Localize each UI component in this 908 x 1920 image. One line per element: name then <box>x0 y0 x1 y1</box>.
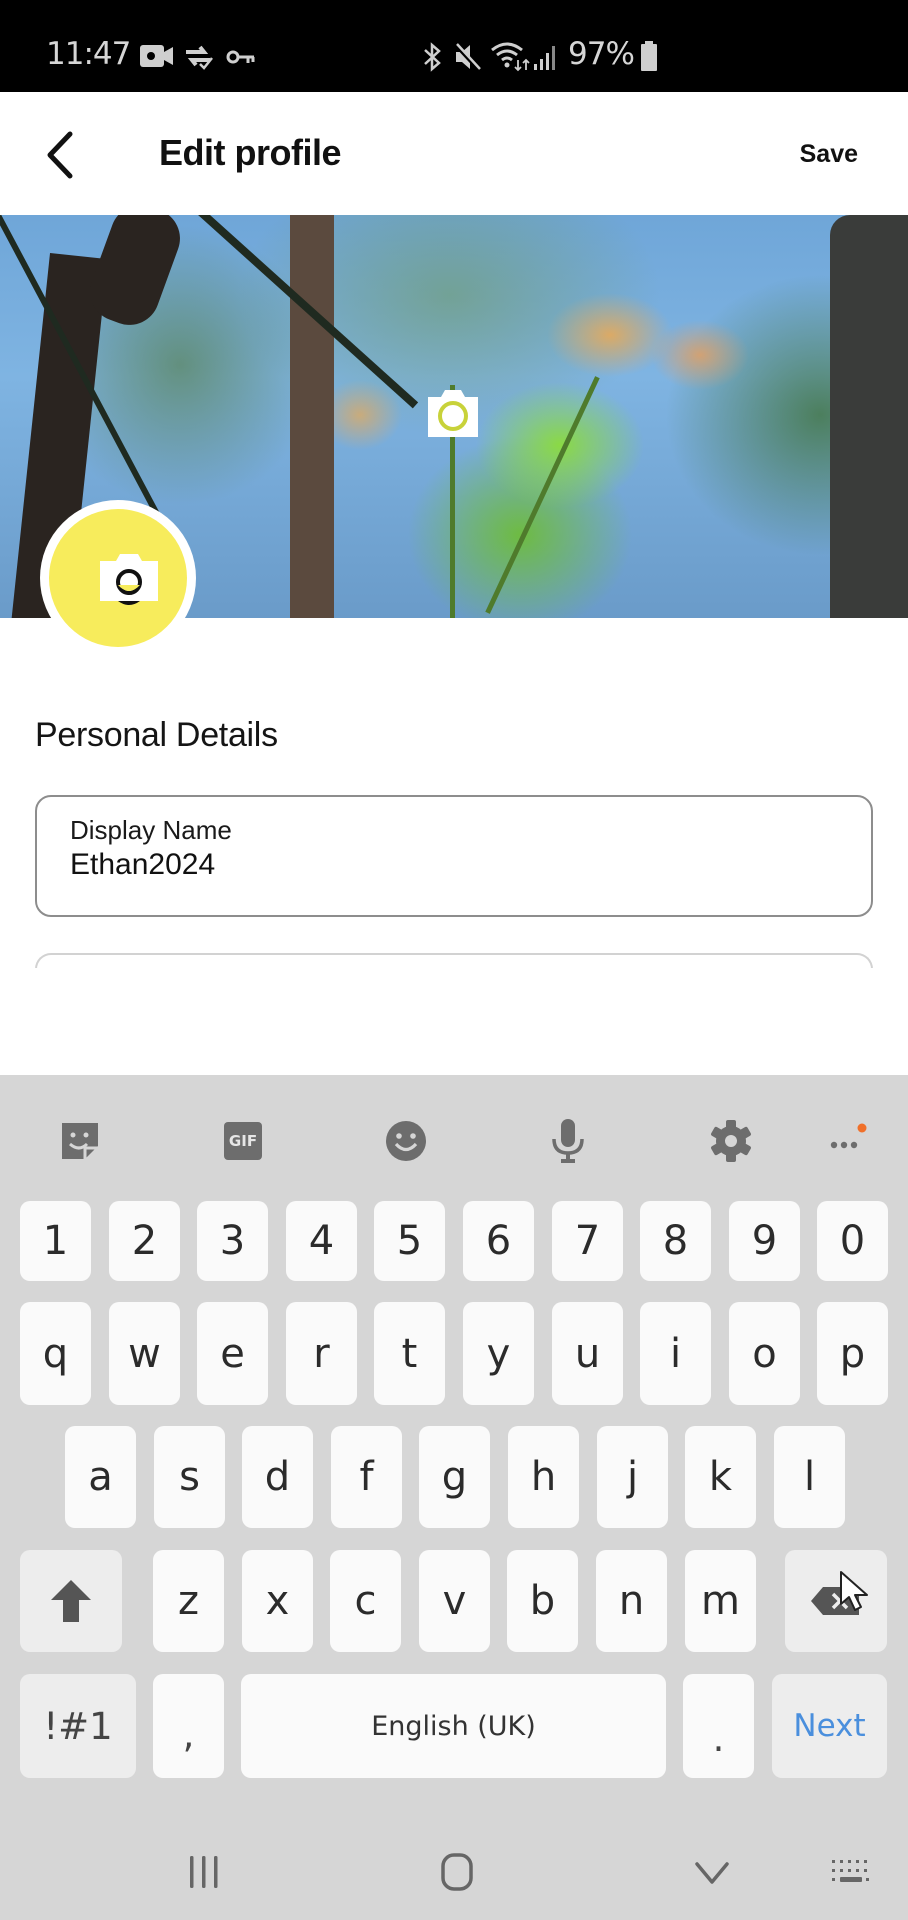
key-x[interactable]: x <box>242 1550 313 1652</box>
more-icon <box>830 1123 867 1149</box>
key-0[interactable]: 0 <box>817 1201 888 1281</box>
key-d[interactable]: d <box>242 1426 313 1528</box>
key-q[interactable]: q <box>20 1302 91 1405</box>
status-bar: 11:47 97% <box>0 0 908 92</box>
key-4[interactable]: 4 <box>286 1201 357 1281</box>
space-key[interactable]: English (UK) <box>241 1674 666 1778</box>
key-l[interactable]: l <box>774 1426 845 1528</box>
mouse-pointer-icon <box>840 1571 868 1611</box>
key-n[interactable]: n <box>596 1550 667 1652</box>
key-p[interactable]: p <box>817 1302 888 1405</box>
cover-plant-stem <box>485 376 600 614</box>
key-5[interactable]: 5 <box>374 1201 445 1281</box>
key-6[interactable]: 6 <box>463 1201 534 1281</box>
emoji-button[interactable] <box>378 1113 434 1169</box>
display-name-label: Display Name <box>70 815 232 845</box>
display-name-input[interactable]: Ethan2024 <box>70 848 215 882</box>
microphone-icon <box>552 1119 584 1163</box>
more-options-button[interactable] <box>818 1113 874 1169</box>
gif-button[interactable]: GIF <box>215 1113 271 1169</box>
key-7[interactable]: 7 <box>552 1201 623 1281</box>
back-button[interactable] <box>40 128 86 182</box>
avatar-background <box>49 509 187 647</box>
key-b[interactable]: b <box>507 1550 578 1652</box>
cover-camera-icon[interactable] <box>424 387 482 439</box>
sticker-button[interactable] <box>52 1113 108 1169</box>
key-a[interactable]: a <box>65 1426 136 1528</box>
sticker-icon <box>62 1123 98 1159</box>
key-t[interactable]: t <box>374 1302 445 1405</box>
vpn-key-icon <box>226 50 255 64</box>
key-2[interactable]: 2 <box>109 1201 180 1281</box>
shift-key[interactable] <box>20 1550 122 1652</box>
comma-key[interactable]: , <box>153 1674 224 1778</box>
key-3[interactable]: 3 <box>197 1201 268 1281</box>
keyboard-switch-icon[interactable] <box>830 1852 874 1892</box>
cover-tree-trunk <box>830 215 908 618</box>
key-r[interactable]: r <box>286 1302 357 1405</box>
shift-arrow-icon <box>51 1580 91 1622</box>
avatar[interactable] <box>40 500 196 656</box>
back-down-icon[interactable] <box>692 1852 732 1892</box>
key-e[interactable]: e <box>197 1302 268 1405</box>
save-button[interactable]: Save <box>800 140 858 169</box>
key-s[interactable]: s <box>154 1426 225 1528</box>
settings-icon <box>711 1120 751 1162</box>
key-1[interactable]: 1 <box>20 1201 91 1281</box>
key-u[interactable]: u <box>552 1302 623 1405</box>
camera-icon <box>100 554 158 605</box>
key-i[interactable]: i <box>640 1302 711 1405</box>
key-8[interactable]: 8 <box>640 1201 711 1281</box>
chevron-left-icon <box>47 131 73 179</box>
key-9[interactable]: 9 <box>729 1201 800 1281</box>
status-time: 11:47 <box>46 36 131 72</box>
personal-details-heading: Personal Details <box>35 716 278 754</box>
key-c[interactable]: c <box>330 1550 401 1652</box>
key-o[interactable]: o <box>729 1302 800 1405</box>
keyboard-settings-button[interactable] <box>703 1113 759 1169</box>
cover-tree-trunk <box>290 215 334 618</box>
key-m[interactable]: m <box>685 1550 756 1652</box>
battery-icon <box>641 41 657 71</box>
key-w[interactable]: w <box>109 1302 180 1405</box>
key-k[interactable]: k <box>685 1426 756 1528</box>
voice-input-button[interactable] <box>540 1113 596 1169</box>
next-key[interactable]: Next <box>772 1674 887 1778</box>
display-name-field[interactable]: Display Name Ethan2024 <box>35 795 873 917</box>
key-f[interactable]: f <box>331 1426 402 1528</box>
page-title: Edit profile <box>159 132 342 173</box>
mute-icon <box>453 42 481 72</box>
video-call-icon <box>140 45 173 67</box>
key-y[interactable]: y <box>463 1302 534 1405</box>
bluetooth-icon <box>424 42 441 72</box>
wifi-icon <box>491 42 530 72</box>
content-clip <box>0 968 908 1075</box>
key-g[interactable]: g <box>419 1426 490 1528</box>
sync-check-icon <box>186 45 213 70</box>
battery-percent: 97% <box>568 36 635 72</box>
app-header: Edit profile Save <box>0 92 908 215</box>
recents-icon[interactable] <box>184 1852 224 1892</box>
emoji-icon <box>386 1121 426 1161</box>
key-z[interactable]: z <box>153 1550 224 1652</box>
key-h[interactable]: h <box>508 1426 579 1528</box>
home-icon[interactable] <box>437 1852 477 1892</box>
symbols-key[interactable]: !#1 <box>20 1674 136 1778</box>
signal-icon <box>534 46 555 70</box>
period-key[interactable]: . <box>683 1674 754 1778</box>
key-j[interactable]: j <box>597 1426 668 1528</box>
gif-label: GIF <box>228 1132 258 1150</box>
key-v[interactable]: v <box>419 1550 490 1652</box>
notification-dot <box>857 1123 867 1133</box>
